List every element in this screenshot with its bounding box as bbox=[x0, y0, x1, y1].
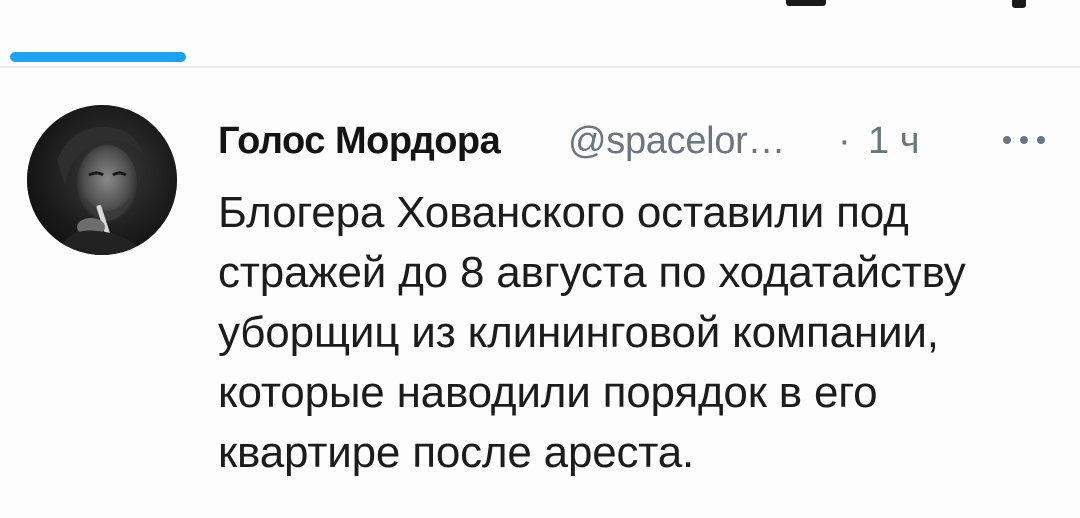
tab-label-fragment bbox=[786, 0, 826, 6]
tab-bar bbox=[0, 0, 1080, 64]
tweet-text-line: которые наводили порядок в его bbox=[218, 368, 878, 417]
tweet-header: Голос Мордора @spacelor… · 1 ч bbox=[218, 108, 1058, 168]
active-tab-indicator bbox=[10, 52, 186, 62]
tweet-text-line: Блогера Хованского оставили под bbox=[218, 188, 909, 237]
tweet-timestamp[interactable]: 1 ч bbox=[868, 120, 920, 163]
tweet-text: Блогера Хованского оставили под стражей … bbox=[218, 183, 1048, 483]
tweet-card[interactable]: Голос Мордора @spacelor… · 1 ч Блогера Х… bbox=[0, 68, 1080, 518]
dot-separator: · bbox=[838, 120, 851, 162]
tweet-text-line: стражей до 8 августа по ходатайству bbox=[218, 248, 966, 297]
twitter-feed: Голос Мордора @spacelor… · 1 ч Блогера Х… bbox=[0, 0, 1080, 518]
tweet-text-line: уборщиц из клининговой компании, bbox=[218, 308, 939, 357]
tweet-text-line: квартире после ареста. bbox=[218, 428, 695, 477]
author-name[interactable]: Голос Мордора bbox=[218, 120, 501, 163]
tab-label-fragment bbox=[1012, 0, 1026, 8]
more-button[interactable] bbox=[998, 120, 1050, 160]
user-avatar-photo bbox=[27, 105, 177, 255]
more-horizontal-icon bbox=[1003, 136, 1045, 144]
avatar[interactable] bbox=[27, 105, 177, 255]
author-handle[interactable]: @spacelor… bbox=[568, 120, 786, 163]
